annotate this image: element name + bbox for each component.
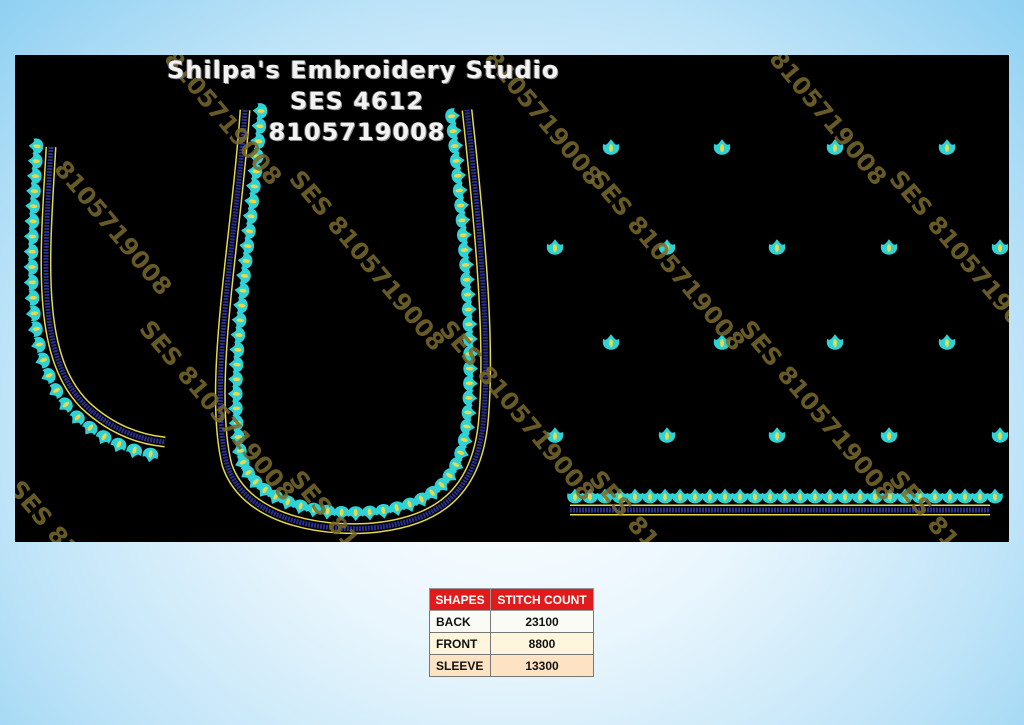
lotus-motif bbox=[23, 259, 39, 275]
lotus-motif bbox=[229, 341, 245, 358]
lotus-motif bbox=[228, 371, 243, 388]
shape-cell: FRONT bbox=[429, 632, 491, 655]
lotus-motif bbox=[460, 271, 475, 288]
lotus-motif bbox=[451, 167, 467, 184]
lotus-motif bbox=[228, 356, 244, 373]
lotus-motif bbox=[452, 182, 468, 199]
lotus-motif bbox=[768, 427, 786, 443]
stitch-count-cell: 23100 bbox=[490, 610, 594, 633]
lotus-motif bbox=[657, 488, 673, 504]
lotus-motif bbox=[762, 488, 778, 504]
lotus-motif bbox=[602, 334, 620, 350]
lotus-motif bbox=[602, 139, 620, 155]
table-header-row: SHAPES STITCH COUNT bbox=[429, 588, 594, 611]
lotus-motif bbox=[461, 286, 476, 303]
shapes-column-header: SHAPES bbox=[429, 588, 491, 611]
lotus-motif bbox=[456, 227, 472, 243]
stitch-count-table: SHAPES STITCH COUNT BACK 23100 FRONT 880… bbox=[429, 588, 594, 677]
lotus-motif bbox=[244, 193, 260, 210]
lotus-motif bbox=[230, 327, 246, 343]
lotus-motif bbox=[658, 427, 676, 443]
lotus-motif bbox=[24, 213, 40, 230]
shape-cell: BACK bbox=[429, 610, 491, 633]
studio-phone: 8105719008 bbox=[268, 118, 446, 146]
lotus-motif bbox=[957, 488, 973, 504]
lotus-motif bbox=[672, 488, 688, 504]
lotus-motif bbox=[31, 336, 46, 353]
lotus-motif bbox=[234, 282, 250, 299]
lotus-motif bbox=[23, 274, 39, 291]
lotus-motif bbox=[242, 208, 258, 224]
lotus-motif bbox=[26, 168, 42, 184]
lotus-motif bbox=[687, 488, 703, 504]
lotus-motif bbox=[236, 267, 251, 284]
lotus-motif bbox=[231, 312, 247, 329]
shape-cell: SLEEVE bbox=[429, 654, 491, 677]
lotus-motif bbox=[461, 404, 477, 421]
table-row: FRONT 8800 bbox=[429, 632, 594, 655]
lotus-motif bbox=[991, 239, 1009, 255]
lotus-motif bbox=[460, 418, 475, 435]
lotus-motif bbox=[717, 488, 733, 504]
lotus-motif bbox=[991, 427, 1009, 443]
stitch-count-column-header: STITCH COUNT bbox=[490, 588, 594, 611]
lotus-motif bbox=[239, 238, 255, 254]
lotus-motif bbox=[24, 290, 40, 306]
lotus-motif bbox=[25, 198, 40, 214]
lotus-motif bbox=[233, 297, 248, 314]
lotus-motif bbox=[747, 488, 763, 504]
lotus-motif bbox=[972, 488, 988, 504]
lotus-motif bbox=[938, 139, 956, 155]
lotus-motif bbox=[732, 488, 748, 504]
lotus-motif bbox=[938, 334, 956, 350]
lotus-motif bbox=[24, 228, 39, 245]
lotus-motif bbox=[461, 301, 477, 318]
lotus-motif bbox=[822, 488, 838, 504]
lotus-motif bbox=[41, 368, 56, 384]
lotus-motif bbox=[777, 488, 793, 504]
lotus-motif bbox=[837, 488, 853, 504]
lotus-motif bbox=[768, 239, 786, 255]
lotus-motif bbox=[126, 443, 143, 459]
design-code: SES 4612 bbox=[289, 87, 425, 115]
lotus-motif bbox=[361, 505, 378, 521]
lotus-motif bbox=[35, 352, 50, 369]
lotus-motif bbox=[27, 153, 43, 169]
lotus-motif bbox=[880, 427, 898, 443]
stitch-count-cell: 13300 bbox=[490, 654, 594, 677]
lotus-motif bbox=[807, 488, 823, 504]
lotus-motif bbox=[227, 386, 243, 402]
lotus-motif bbox=[23, 243, 39, 260]
lotus-motif bbox=[28, 321, 43, 337]
lotus-motif bbox=[455, 212, 471, 229]
lotus-motif bbox=[792, 488, 808, 504]
lotus-motif bbox=[142, 447, 159, 463]
lotus-motif bbox=[237, 253, 253, 269]
lotus-motif bbox=[458, 242, 473, 258]
lotus-motif bbox=[459, 257, 474, 273]
lotus-motif bbox=[826, 334, 844, 350]
lotus-motif bbox=[26, 183, 41, 199]
studio-name: Shilpa's Embroidery Studio bbox=[167, 56, 560, 84]
lotus-motif bbox=[942, 488, 958, 504]
stitch-count-cell: 8800 bbox=[490, 632, 594, 655]
lotus-motif bbox=[546, 239, 564, 255]
lotus-motif bbox=[880, 239, 898, 255]
table-row: SLEEVE 13300 bbox=[429, 654, 594, 677]
lotus-motif bbox=[462, 390, 478, 406]
embroidery-design-panel: 8105719008 8105719008 8105719008 8105719… bbox=[15, 55, 1009, 542]
lotus-motif bbox=[987, 488, 1003, 504]
table-row: BACK 23100 bbox=[429, 610, 594, 633]
lotus-motif bbox=[713, 139, 731, 155]
studio-header: Shilpa's Embroidery Studio SES 4612 8105… bbox=[167, 55, 560, 148]
lotus-motif bbox=[450, 152, 465, 169]
lotus-motif bbox=[702, 488, 718, 504]
lotus-motif bbox=[642, 488, 658, 504]
lotus-motif bbox=[25, 305, 41, 322]
lotus-motif bbox=[454, 197, 470, 214]
lotus-motif bbox=[241, 223, 256, 239]
lotus-motif bbox=[28, 138, 44, 154]
